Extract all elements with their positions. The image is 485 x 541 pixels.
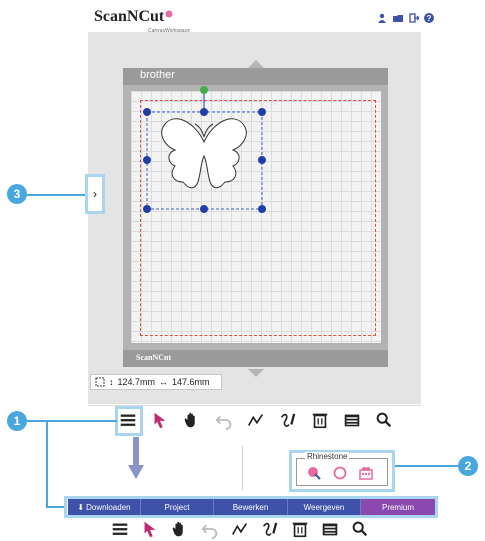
curve-draw-icon[interactable]: [260, 519, 280, 539]
hand-icon[interactable]: [182, 410, 202, 430]
height-value: 124.7mm: [117, 377, 156, 387]
mat-brand-label: brother: [140, 69, 175, 81]
undo-icon[interactable]: [200, 519, 220, 539]
app-logo: ScanNCut: [94, 8, 165, 25]
height-icon: ↕: [109, 377, 114, 387]
logout-icon[interactable]: [409, 13, 419, 23]
trash-icon[interactable]: [310, 410, 330, 430]
menu-item-label: Bewerken: [232, 502, 269, 512]
rotate-handle-icon: [200, 86, 208, 94]
trash-icon[interactable]: [290, 519, 310, 539]
callout-1-line-to-menu: [47, 420, 117, 422]
list-icon[interactable]: [342, 410, 362, 430]
width-value: 147.6mm: [172, 377, 210, 387]
rhinestone-label: Rhinestone: [305, 452, 350, 461]
hand-icon[interactable]: [170, 519, 190, 539]
size-frame-icon: [95, 377, 105, 387]
butterfly-shape[interactable]: [135, 82, 275, 217]
tool-row: [118, 410, 398, 432]
menu-item-label: Premium: [381, 502, 414, 512]
scroll-down-icon[interactable]: [248, 369, 264, 377]
list-icon[interactable]: [320, 519, 340, 539]
select-arrow-icon[interactable]: [140, 519, 160, 539]
menu-item-weergeven[interactable]: Weergeven: [288, 499, 361, 515]
menu-item-project[interactable]: Project: [141, 499, 214, 515]
line-draw-icon[interactable]: [230, 519, 250, 539]
help-icon[interactable]: ?: [424, 13, 434, 23]
svg-text:?: ?: [427, 14, 432, 23]
callout-3: 3: [7, 184, 27, 204]
callout-1: 1: [7, 411, 27, 431]
menu-item-downloaden[interactable]: ⬇ Downloaden: [68, 499, 141, 515]
user-icon[interactable]: [377, 13, 387, 23]
menu-item-label: Downloaden: [86, 502, 131, 512]
logo-mark-icon: [165, 10, 173, 18]
scroll-up-icon[interactable]: [248, 60, 264, 68]
folder-icon[interactable]: [393, 13, 403, 23]
rhinestone-fill-icon[interactable]: [359, 466, 373, 480]
curve-draw-icon[interactable]: [278, 410, 298, 430]
select-arrow-icon[interactable]: [150, 410, 170, 430]
search-icon[interactable]: [374, 410, 394, 430]
menu-bar: ⬇ Downloaden Project Bewerken Weergeven …: [68, 499, 435, 515]
callout-2: 2: [458, 456, 478, 476]
app-screen: ScanNCut CanvasWorkspace ? brother ScanN…: [0, 0, 485, 541]
menu-item-label: Weergeven: [303, 502, 345, 512]
size-readout: ↕ 124.7mm ↔ 147.6mm: [90, 374, 222, 390]
callout-2-line: [395, 465, 458, 467]
divider: [242, 446, 243, 490]
menu-item-premium[interactable]: Premium: [361, 499, 435, 515]
menu-icon[interactable]: [118, 410, 138, 430]
width-icon: ↔: [159, 377, 169, 387]
callout-3-line: [27, 194, 85, 196]
line-draw-icon[interactable]: [246, 410, 266, 430]
menu-icon[interactable]: [110, 519, 130, 539]
callout-1-lines: [27, 420, 67, 508]
rhinestone-circle-icon[interactable]: [333, 466, 347, 480]
search-icon[interactable]: [350, 519, 370, 539]
mat-footer-logo: ScanNCut: [136, 353, 172, 362]
menu-item-bewerken[interactable]: Bewerken: [214, 499, 288, 515]
chevron-right-icon: ›: [93, 187, 97, 201]
menu-item-label: Project: [164, 502, 190, 512]
undo-icon[interactable]: [214, 410, 234, 430]
side-panel-toggle[interactable]: ›: [85, 174, 105, 214]
download-icon: ⬇: [77, 502, 85, 512]
bottom-tool-row: [110, 519, 400, 541]
arrow-down-icon: [128, 437, 144, 479]
rhinestone-add-icon[interactable]: [307, 466, 321, 480]
